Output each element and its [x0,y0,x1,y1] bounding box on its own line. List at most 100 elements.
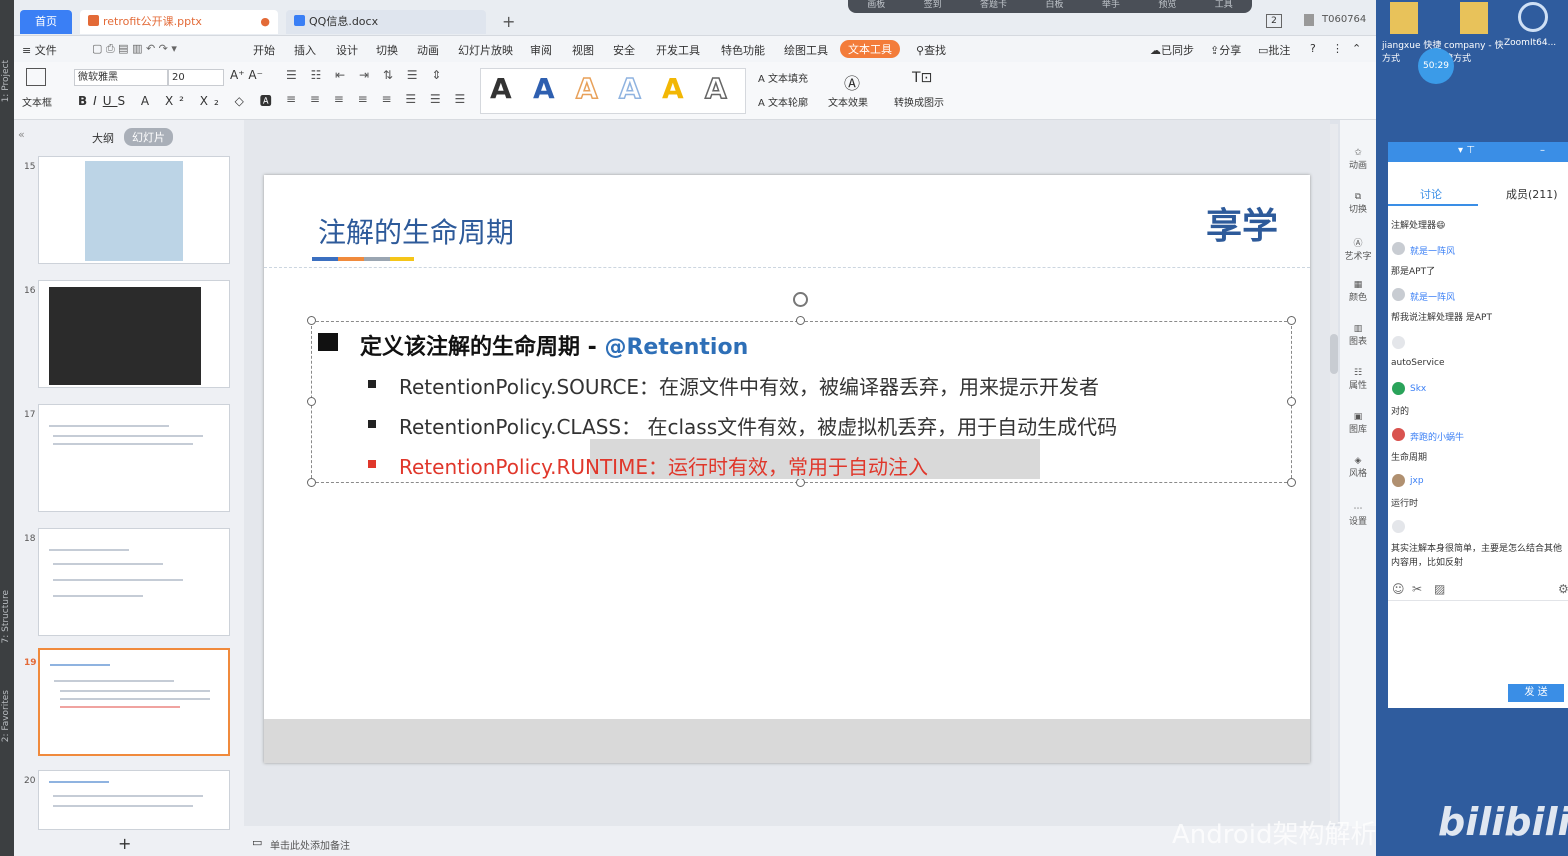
menu-start[interactable]: 开始 [253,42,275,58]
overlay-tool-tools[interactable]: 工具 [1215,0,1233,13]
tool-art-text[interactable]: Ⓐ 艺术字 [1342,236,1374,262]
text-effect-button[interactable]: 文本效果 [828,94,868,109]
image-icon[interactable]: ▨ [1434,582,1445,596]
tab-outline[interactable]: 大纲 [92,130,114,146]
more-icon[interactable]: ⋮ [1332,42,1343,55]
rotate-handle-icon[interactable] [793,292,808,307]
share-button[interactable]: ⇪分享 [1210,42,1241,58]
resize-handle[interactable] [307,478,316,487]
resize-handle[interactable] [1287,397,1296,406]
tool-animation[interactable]: ✩ 动画 [1342,148,1374,171]
settings-gear-icon[interactable]: ⚙ [1558,582,1568,596]
notes-placeholder[interactable]: 单击此处添加备注 [270,837,350,852]
slide-heading[interactable]: 定义该注解的生命周期 - @Retention [360,329,748,361]
menu-transition[interactable]: 切换 [376,42,398,58]
menu-file[interactable]: ≡ 文件 [22,42,57,58]
text-outline-button[interactable]: A 文本轮廓 [758,94,808,109]
tab-home[interactable]: 首页 [20,10,72,34]
chat-username[interactable]: 就是一阵风 [1410,244,1455,257]
font-size-select[interactable]: 20 [168,69,224,86]
send-button[interactable]: 发 送 [1508,684,1564,702]
chat-username[interactable]: Skx [1410,384,1426,394]
menu-search[interactable]: ⚲查找 [916,42,946,58]
tab-docx-document[interactable]: QQ信息.docx [286,10,486,34]
menu-security[interactable]: 安全 [613,42,635,58]
collapse-panel-icon[interactable]: « [18,128,25,141]
resize-handle[interactable] [1287,478,1296,487]
art-style-blue-outline[interactable]: A [618,71,641,106]
structure-tool-label[interactable]: 7: Structure [1,590,11,644]
emoji-icon[interactable]: ☺ [1392,582,1405,596]
bullet-class[interactable]: RetentionPolicy.CLASS： 在class文件有效，被虚拟机丢弃… [399,411,1117,440]
slide-canvas[interactable]: 注解的生命周期 享学 定义该注解的生命周期 - @Retention Reten… [264,175,1310,763]
art-style-gold[interactable]: A [662,72,684,105]
menu-features[interactable]: 特色功能 [721,42,765,58]
scrollbar-thumb[interactable] [1330,334,1338,374]
tool-color[interactable]: ▦ 颜色 [1342,280,1374,303]
menu-slideshow[interactable]: 幻灯片放映 [458,42,513,58]
tool-transition[interactable]: ⧉ 切换 [1342,192,1374,215]
menu-drawing-tools[interactable]: 绘图工具 [784,42,828,58]
bullet-source[interactable]: RetentionPolicy.SOURCE：在源文件中有效，被编译器丢弃，用来… [399,371,1099,400]
project-tool-label[interactable]: 1: Project [1,60,11,102]
art-style-blue[interactable]: A [533,72,555,105]
folder-icon[interactable] [1460,2,1488,34]
font-style-icons[interactable]: BIUS A X² X₂ ◇ 🅰 [78,92,278,109]
overlay-tool-board[interactable]: 画板 [867,0,885,13]
slide-thumbnail-17[interactable] [38,404,230,512]
paragraph-list-icons[interactable]: ☰ ☷ ⇤ ⇥ ⇅ ☰ ⇕ [286,68,446,82]
menu-design[interactable]: 设计 [336,42,358,58]
zoomit-icon[interactable] [1518,2,1548,32]
textbox-icon[interactable] [26,68,46,86]
chat-username[interactable]: 奔跑的小蜗牛 [1410,430,1464,443]
new-tab-button[interactable]: + [502,12,515,31]
vertical-scrollbar[interactable] [1330,124,1338,824]
tool-chart[interactable]: ▥ 图表 [1342,324,1374,347]
slide-thumbnail-16[interactable] [38,280,230,388]
menu-devtools[interactable]: 开发工具 [656,42,700,58]
slide-thumbnail-20[interactable] [38,770,230,830]
menu-insert[interactable]: 插入 [294,42,316,58]
chat-username[interactable]: 就是一阵风 [1410,290,1455,303]
overlay-tool-preview[interactable]: 预览 [1158,0,1176,13]
sync-status[interactable]: ☁已同步 [1150,42,1194,58]
resize-handle[interactable] [307,397,316,406]
collapse-ribbon-icon[interactable]: ⌃ [1352,42,1361,55]
scissors-icon[interactable]: ✂ [1412,582,1422,596]
tab-slides[interactable]: 幻灯片 [124,128,173,146]
quick-access-icons[interactable]: ▢ ⎙ ▤ ▥ ↶ ↷ ▾ [92,42,177,56]
overlay-tool-signin[interactable]: 签到 [924,0,942,13]
resize-handle[interactable] [1287,316,1296,325]
tab-pptx-document[interactable]: retrofit公开课.pptx ● [80,10,278,34]
font-family-select[interactable]: 微软雅黑 [74,69,168,86]
comment-button[interactable]: ▭批注 [1258,42,1290,58]
menu-view[interactable]: 视图 [572,42,594,58]
folder-icon[interactable] [1390,2,1418,34]
overlay-tool-answer[interactable]: 答题卡 [980,0,1007,13]
slide-thumbnail-19-active[interactable] [38,648,230,756]
chat-username[interactable]: jxp [1410,476,1424,486]
slide-title[interactable]: 注解的生命周期 [318,211,514,251]
paragraph-align-icons[interactable]: ≡ ≡ ≡ ≡ ≡ ☰ ☰ ☰ [286,92,470,106]
tab-members[interactable]: 成员(211) [1506,186,1558,202]
resize-handle[interactable] [307,316,316,325]
menu-animation[interactable]: 动画 [417,42,439,58]
bullet-runtime[interactable]: RetentionPolicy.RUNTIME：运行时有效，常用于自动注入 [399,451,928,480]
menu-text-tools[interactable]: 文本工具 [840,40,900,58]
chat-collapse-icon[interactable]: ▾ ⊤ [1458,145,1475,156]
overlay-tool-whiteboard[interactable]: 白板 [1045,0,1063,13]
textbox-label[interactable]: 文本框 [22,94,52,109]
tool-gallery[interactable]: ▣ 图库 [1342,412,1374,435]
text-fill-button[interactable]: A 文本填充 [758,70,808,85]
art-style-orange-outline[interactable]: A [575,71,598,106]
favorites-tool-label[interactable]: 2: Favorites [1,690,11,742]
tool-properties[interactable]: ☷ 属性 [1342,368,1374,391]
tool-style[interactable]: ◈ 风格 [1342,456,1374,479]
chat-input[interactable] [1390,604,1566,680]
help-icon[interactable]: ? [1310,42,1316,55]
chat-minimize-icon[interactable]: – [1540,145,1545,156]
art-style-black[interactable]: A [490,72,512,105]
slide-thumbnail-18[interactable] [38,528,230,636]
art-style-gray-outline[interactable]: A [704,71,727,106]
font-size-adjust-icons[interactable]: A⁺ A⁻ [230,68,263,82]
